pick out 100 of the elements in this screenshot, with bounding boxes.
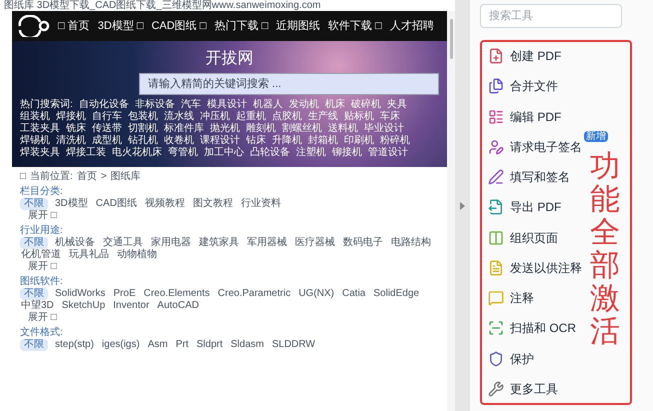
filter-option[interactable]: SLDDRW [270, 339, 316, 351]
hot-search-link[interactable]: 非标设备 [134, 99, 175, 111]
filter-option[interactable]: 不限 [20, 339, 48, 351]
hot-search-link[interactable]: 传送带 [92, 123, 122, 135]
filter-option[interactable]: 军用器械 [246, 237, 288, 249]
filter-option[interactable]: 不限 [20, 198, 48, 210]
tool-item[interactable]: 注释 [488, 286, 582, 310]
hot-search-link[interactable]: 自行车 [92, 111, 122, 123]
hot-search-link[interactable]: 生产线 [308, 111, 338, 123]
hot-search-link[interactable]: 焊接工装 [66, 147, 106, 159]
filter-option[interactable]: Sldasm [230, 339, 265, 351]
hot-search-link[interactable]: 机器人 [252, 99, 283, 111]
filter-option[interactable]: 行业资料 [240, 198, 282, 210]
filter-option[interactable]: Asm [146, 339, 169, 351]
search-field[interactable]: 请输入精简的关键词搜索 ... [139, 73, 439, 95]
tool-item[interactable]: 导出 PDF [488, 195, 582, 220]
filter-option[interactable]: 中望3D [20, 300, 55, 312]
hot-search-link[interactable]: 组装机 [20, 111, 50, 123]
filter-option[interactable]: SolidWorks [54, 288, 106, 300]
hot-search-link[interactable]: 抛光机 [210, 123, 240, 135]
hot-search-link[interactable]: 弯管机 [168, 147, 198, 159]
filter-option[interactable]: 3D模型 [54, 198, 89, 210]
filter-option[interactable]: Catia [341, 288, 366, 300]
hot-search-link[interactable]: 破碎机 [350, 99, 381, 111]
tool-item[interactable]: 组织页面 [488, 226, 582, 250]
filter-option[interactable]: 数码电子 [342, 237, 384, 249]
hot-search-link[interactable]: 凸轮设备 [250, 147, 290, 159]
tool-item[interactable]: 填写和签名 [488, 165, 582, 190]
nav-link[interactable]: 热门下载 □ [214, 18, 268, 34]
filter-option[interactable]: 不限 [20, 288, 48, 300]
hot-search-link[interactable]: 雕刻机 [246, 123, 276, 135]
filter-option[interactable]: 家用电器 [150, 237, 192, 249]
hot-search-link[interactable]: 焊接机 [56, 111, 86, 123]
hot-search-link[interactable]: 模具设计 [206, 99, 247, 111]
scrollbar-thumb[interactable] [450, 19, 452, 59]
expand-link[interactable]: 展开 □ [20, 312, 439, 324]
hot-search-link[interactable]: 毕业设计 [364, 123, 404, 135]
hot-search-link[interactable]: 封箱机 [308, 135, 338, 147]
hot-search-link[interactable]: 焊锡机 [20, 135, 50, 147]
hot-search-link[interactable]: 管道设计 [368, 147, 408, 159]
filter-option[interactable]: UG(NX) [298, 288, 336, 300]
filter-option[interactable]: 不限 [20, 237, 48, 249]
hot-search-link[interactable]: 切割机 [128, 123, 158, 135]
hot-search-link[interactable]: 铣床 [66, 123, 86, 135]
filter-option[interactable]: Creo.Parametric [216, 288, 292, 300]
hot-search-link[interactable]: 车床 [380, 111, 400, 123]
hot-search-link[interactable]: 焊装夹具 [20, 147, 60, 159]
filter-option[interactable]: Inventor [112, 300, 150, 312]
filter-option[interactable]: 建筑家具 [198, 237, 240, 249]
nav-link[interactable]: 软件下载 □ [328, 18, 382, 34]
breadcrumb-link[interactable]: 图纸库 [110, 171, 141, 183]
hot-search-link[interactable]: 印刷机 [344, 135, 374, 147]
nav-link[interactable]: 人才招聘 [390, 18, 434, 34]
filter-option[interactable]: 图文教程 [192, 198, 234, 210]
hot-search-link[interactable]: 钻孔机 [128, 135, 158, 147]
hot-search-link[interactable]: 夹具 [386, 99, 407, 111]
nav-link[interactable]: □ 首页 [58, 18, 90, 34]
nav-link[interactable]: CAD图纸 □ [151, 18, 206, 34]
hot-search-link[interactable]: 割螺丝机 [282, 123, 322, 135]
nav-link[interactable]: 近期图纸 [276, 18, 320, 34]
hot-search-link[interactable]: 流水线 [164, 111, 194, 123]
filter-option[interactable]: 医疗器械 [294, 237, 336, 249]
filter-option[interactable]: 玩具礼品 [68, 249, 110, 261]
filter-option[interactable]: 化机管道 [20, 249, 62, 261]
hot-search-link[interactable]: 标准件库 [164, 123, 204, 135]
filter-option[interactable]: 视频教程 [144, 198, 186, 210]
hot-search-link[interactable]: 包装机 [128, 111, 158, 123]
filter-option[interactable]: 动物植物 [116, 249, 158, 261]
hot-search-link[interactable]: 冲压机 [200, 111, 230, 123]
filter-option[interactable]: 电路结构 [390, 237, 432, 249]
tool-item[interactable]: 合并文件 [488, 74, 582, 98]
hot-search-link[interactable]: 收卷机 [164, 135, 194, 147]
hot-search-link[interactable]: 工装夹具 [20, 123, 60, 135]
hot-search-link[interactable]: 加工中心 [204, 147, 244, 159]
hot-search-link[interactable]: 贴标机 [344, 111, 374, 123]
tool-item[interactable]: 更多工具 [488, 376, 582, 401]
hot-search-link[interactable]: 发动机 [288, 99, 319, 111]
hot-search-link[interactable]: 钻床 [246, 135, 266, 147]
filter-option[interactable]: Creo.Elements [142, 288, 211, 300]
hot-search-link[interactable]: 送料机 [328, 123, 358, 135]
hot-search-link[interactable]: 粉碎机 [380, 135, 410, 147]
hot-search-link[interactable]: 课程设计 [200, 135, 240, 147]
hot-search-link[interactable]: 成型机 [92, 135, 122, 147]
hot-search-link[interactable]: 起重机 [236, 111, 266, 123]
nav-link[interactable]: 3D模型 □ [98, 18, 144, 34]
tool-item[interactable]: 发送以供注释 [488, 256, 582, 280]
hot-search-link[interactable]: 自动化设备 [78, 99, 129, 111]
filter-option[interactable]: 交通工具 [102, 237, 144, 249]
breadcrumb-link[interactable]: 首页 [76, 171, 97, 183]
expand-arrow-icon[interactable] [460, 202, 465, 210]
tool-item[interactable]: 扫描和 OCR [488, 316, 582, 340]
filter-option[interactable]: AutoCAD [156, 300, 200, 312]
expand-link[interactable]: 展开 □ [20, 261, 439, 273]
filter-option[interactable]: Sldprt [195, 339, 224, 351]
tool-item[interactable]: 编辑 PDF [488, 104, 582, 129]
filter-option[interactable]: CAD图纸 [94, 198, 138, 210]
hot-search-link[interactable]: 电火花机床 [112, 147, 162, 159]
filter-option[interactable]: ProE [112, 288, 137, 300]
hot-search-link[interactable]: 铆接机 [332, 147, 362, 159]
hot-search-link[interactable]: 清洗机 [56, 135, 86, 147]
